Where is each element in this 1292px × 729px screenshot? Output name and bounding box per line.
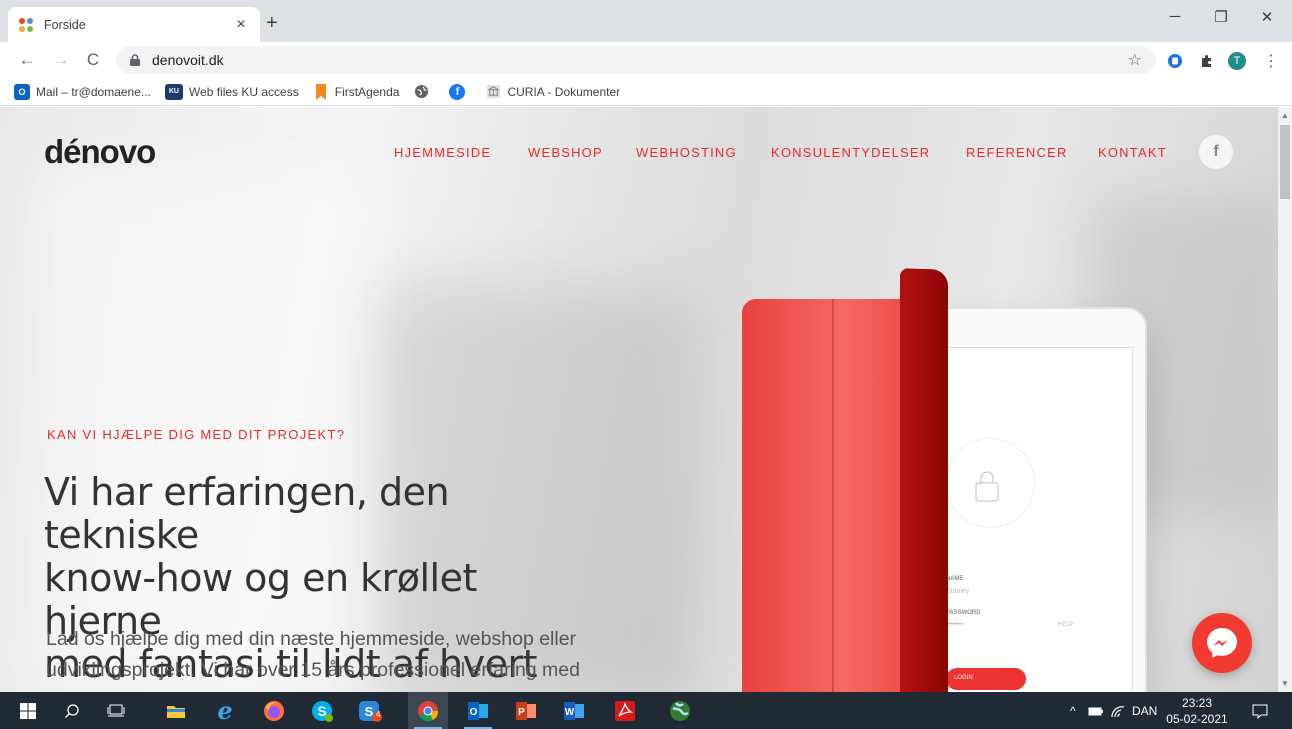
- nav-referencer[interactable]: REFERENCER: [966, 145, 1068, 160]
- facebook-link-icon[interactable]: f: [1199, 135, 1233, 169]
- skype-business-icon[interactable]: S 4: [350, 692, 390, 729]
- scrollbar-thumb[interactable]: [1280, 125, 1290, 199]
- bookmark-firstagenda[interactable]: FirstAgenda: [313, 83, 400, 100]
- lock-icon[interactable]: [128, 53, 142, 67]
- wifi-icon[interactable]: [1110, 692, 1126, 729]
- lead-line: udviklingsprojekt. Vi har over 15 års pr…: [46, 659, 580, 681]
- messenger-icon: [1207, 628, 1237, 658]
- tab-close-icon[interactable]: ×: [232, 16, 250, 34]
- tablet-password-label: PASSWORD: [946, 610, 981, 616]
- curia-icon: [485, 84, 501, 100]
- outlook-icon: O: [14, 83, 30, 100]
- tablet-lock-icon: [945, 438, 1035, 528]
- new-tab-button[interactable]: +: [266, 12, 278, 35]
- bookmark-curia[interactable]: CURIA - Dokumenter: [485, 84, 620, 100]
- globe-icon: [413, 84, 429, 100]
- bookmark-globe[interactable]: [413, 84, 435, 100]
- task-view-icon[interactable]: [96, 692, 136, 729]
- hero-lead: Lad os hjælpe dig med din næste hjemmesi…: [46, 624, 606, 686]
- tablet-cover-flap: [900, 268, 948, 692]
- tablet-name-value: Stanley: [946, 588, 970, 595]
- forward-button[interactable]: →: [51, 50, 71, 70]
- svg-text:W: W: [565, 707, 575, 718]
- url-text[interactable]: denovoit.dk: [152, 52, 224, 68]
- file-explorer-icon[interactable]: [156, 692, 196, 729]
- bookmark-label: CURIA - Dokumenter: [507, 84, 621, 99]
- clock-time: 23:23: [1181, 696, 1213, 710]
- web-page: dénovo HJEMMESIDE WEBSHOP WEBHOSTING KON…: [0, 107, 1278, 692]
- browser-menu-icon[interactable]: ⋮: [1262, 52, 1280, 70]
- joomla-favicon-icon: [18, 17, 34, 33]
- tab-forside[interactable]: Forside ×: [8, 7, 260, 42]
- acrobat-icon[interactable]: [605, 692, 645, 729]
- tablet-help: HELP: [1058, 622, 1074, 628]
- close-window-button[interactable]: ✕: [1244, 8, 1290, 26]
- word-icon[interactable]: W: [554, 692, 594, 729]
- network-battery-icon[interactable]: [1088, 692, 1106, 729]
- firefox-icon[interactable]: [254, 692, 294, 729]
- bookmark-mail[interactable]: O Mail – tr@domaene...: [14, 83, 151, 100]
- powerpoint-icon[interactable]: P: [506, 692, 546, 729]
- cover-seam: [832, 299, 834, 692]
- messenger-chat-button[interactable]: [1192, 613, 1252, 673]
- svg-text:O: O: [470, 707, 478, 718]
- nav-webhosting[interactable]: WEBHOSTING: [636, 145, 737, 160]
- svg-text:P: P: [518, 707, 525, 718]
- skype-icon[interactable]: S: [302, 692, 342, 729]
- bookmark-star-icon[interactable]: ☆: [1128, 50, 1142, 70]
- notifications-icon[interactable]: [1252, 692, 1268, 729]
- tab-title: Forside: [44, 17, 86, 32]
- nav-konsulentydelser[interactable]: KONSULENTYDELSER: [771, 145, 930, 160]
- tablet-login-button: LOGIN: [946, 668, 1026, 690]
- hero-kicker: KAN VI HJÆLPE DIG MED DIT PROJEKT?: [47, 427, 346, 442]
- bookmark-label: FirstAgenda: [334, 84, 400, 99]
- profile-avatar[interactable]: T: [1228, 52, 1246, 70]
- site-logo[interactable]: dénovo: [44, 133, 156, 171]
- nav-kontakt[interactable]: KONTAKT: [1098, 145, 1167, 160]
- windows-taskbar: e S S 4 O P W ^ DAN 23:23 05-02-2021: [0, 692, 1292, 729]
- extension-shield-icon[interactable]: [1166, 52, 1184, 70]
- clock-date: 05-02-2021: [1166, 712, 1228, 726]
- nav-webshop[interactable]: WEBSHOP: [528, 145, 603, 160]
- scroll-up-icon[interactable]: ▲: [1281, 111, 1289, 120]
- bookmark-label: Web files KU access: [188, 84, 299, 99]
- extensions-puzzle-icon[interactable]: [1198, 52, 1216, 70]
- skype-business-badge: 4: [376, 710, 381, 719]
- taskbar-clock[interactable]: 23:23 05-02-2021: [1164, 695, 1230, 727]
- address-bar[interactable]: denovoit.dk ☆: [116, 46, 1156, 74]
- restore-button[interactable]: ❐: [1198, 8, 1244, 26]
- back-button[interactable]: ←: [17, 50, 37, 70]
- bookmark-ku[interactable]: KU Web files KU access: [164, 83, 299, 100]
- tablet-password-value: ••••••••: [946, 622, 963, 628]
- ku-icon: KU: [164, 83, 183, 100]
- outlook-app-icon[interactable]: O: [458, 692, 498, 729]
- minimize-button[interactable]: ─: [1152, 8, 1198, 25]
- bookmarks-bar: O Mail – tr@domaene... KU Web files KU a…: [0, 78, 1292, 106]
- browser-toolbar: ← → C denovoit.dk ☆ T ⋮: [0, 42, 1292, 78]
- search-icon[interactable]: [52, 692, 92, 729]
- headline-line: Vi har erfaringen, den tekniske: [44, 470, 450, 557]
- bookmark-label: Mail – tr@domaene...: [36, 84, 151, 99]
- globe-app-icon[interactable]: [660, 692, 700, 729]
- language-indicator[interactable]: DAN: [1132, 692, 1157, 729]
- bookmark-flag-icon: [313, 83, 329, 100]
- scroll-down-icon[interactable]: ▼: [1281, 679, 1289, 688]
- chrome-icon[interactable]: [408, 692, 448, 729]
- facebook-icon: f: [449, 83, 466, 100]
- tab-strip: Forside × + ─ ❐ ✕: [0, 0, 1292, 42]
- tablet-cover-front: [742, 299, 912, 692]
- internet-explorer-icon[interactable]: e: [205, 692, 245, 729]
- windows-start-icon[interactable]: [8, 692, 48, 729]
- bookmark-facebook[interactable]: f: [449, 83, 471, 100]
- tablet-name-label: NAME: [946, 576, 964, 582]
- tray-chevron-icon[interactable]: ^: [1070, 692, 1076, 729]
- page-scrollbar[interactable]: ▲ ▼: [1278, 107, 1292, 692]
- nav-hjemmeside[interactable]: HJEMMESIDE: [394, 145, 491, 160]
- tablet-login-label: LOGIN: [954, 675, 973, 681]
- reload-button[interactable]: C: [83, 50, 103, 70]
- lead-line: Lad os hjælpe dig med din næste hjemmesi…: [46, 628, 577, 650]
